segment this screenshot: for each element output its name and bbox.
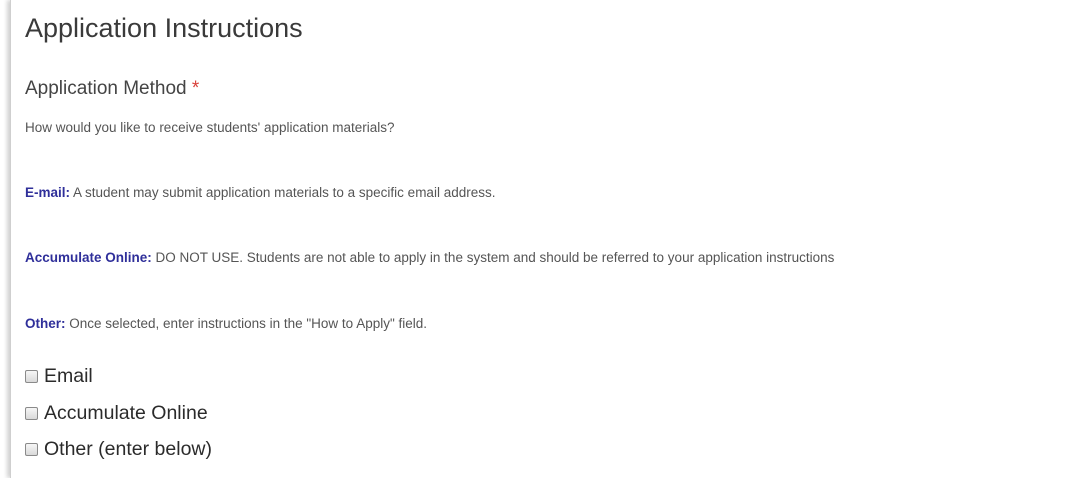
other-option-label[interactable]: Other (enter below): [44, 438, 212, 461]
accumulate-online-description: Accumulate Online: DO NOT USE. Students …: [25, 250, 834, 265]
accumulate-online-description-term: Accumulate Online:: [25, 250, 152, 265]
email-description-text: A student may submit application materia…: [70, 185, 496, 200]
application-method-question: How would you like to receive students' …: [25, 120, 395, 135]
required-asterisk: *: [191, 78, 200, 99]
accumulate-online-option[interactable]: Accumulate Online: [25, 402, 208, 425]
email-description-term: E-mail:: [25, 185, 71, 200]
other-description-text: Once selected, enter instructions in the…: [65, 316, 428, 331]
other-checkbox[interactable]: [25, 443, 38, 456]
other-description-term: Other:: [25, 316, 66, 331]
email-option[interactable]: Email: [25, 365, 93, 388]
application-instructions-panel: Application Instructions Application Met…: [10, 0, 1076, 478]
application-method-label-text: Application Method: [25, 78, 187, 99]
email-checkbox[interactable]: [25, 370, 38, 383]
accumulate-online-description-text: DO NOT USE. Students are not able to app…: [151, 250, 835, 265]
section-title: Application Instructions: [25, 13, 303, 43]
accumulate-online-checkbox[interactable]: [25, 407, 38, 420]
email-option-label[interactable]: Email: [44, 365, 93, 388]
application-method-label: Application Method *: [25, 78, 199, 100]
other-description: Other: Once selected, enter instructions…: [25, 316, 427, 331]
accumulate-online-option-label[interactable]: Accumulate Online: [44, 402, 208, 425]
email-description: E-mail: A student may submit application…: [25, 185, 495, 200]
other-option[interactable]: Other (enter below): [25, 438, 212, 461]
